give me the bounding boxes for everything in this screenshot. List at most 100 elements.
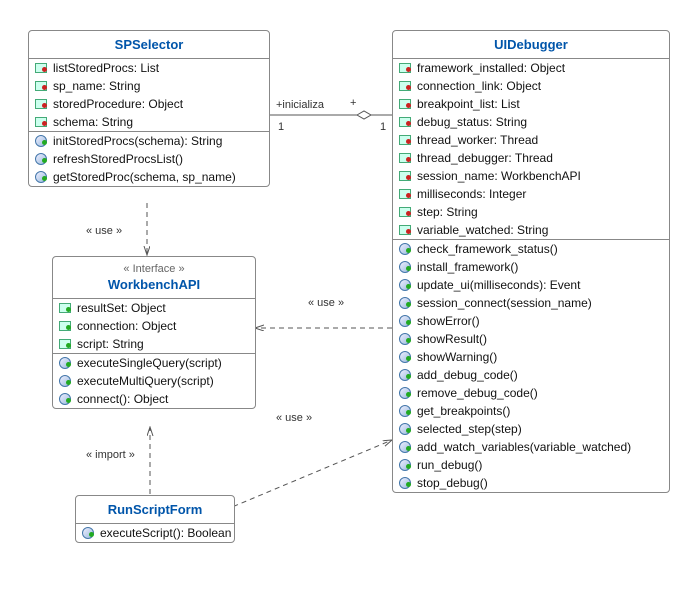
operation-row: add_debug_code() bbox=[393, 366, 669, 384]
operation-icon bbox=[399, 279, 413, 291]
operation-text: selected_step(step) bbox=[417, 422, 522, 436]
operation-icon bbox=[399, 369, 413, 381]
class-ops: executeScript(): Boolean bbox=[76, 524, 234, 542]
attribute-row: resultSet: Object bbox=[53, 299, 255, 317]
operation-row: run_debug() bbox=[393, 456, 669, 474]
class-attrs: resultSet: Object connection: Object scrip… bbox=[53, 299, 255, 354]
attribute-icon bbox=[35, 80, 49, 92]
operation-row: refreshStoredProcsList() bbox=[29, 150, 269, 168]
class-runscriptform: RunScriptForm executeScript(): Boolean bbox=[75, 495, 235, 543]
operation-row: install_framework() bbox=[393, 258, 669, 276]
class-attrs: listStoredProcs: List sp_name: String stor… bbox=[29, 59, 269, 132]
attribute-text: step: String bbox=[417, 205, 478, 219]
dep-label-use-3: « use » bbox=[276, 412, 312, 424]
attribute-icon bbox=[399, 80, 413, 92]
operation-text: update_ui(milliseconds): Event bbox=[417, 278, 580, 292]
operation-row: showResult() bbox=[393, 330, 669, 348]
operation-icon bbox=[59, 375, 73, 387]
attribute-icon bbox=[59, 320, 73, 332]
operation-text: remove_debug_code() bbox=[417, 386, 538, 400]
dep-label-use-1: « use » bbox=[86, 225, 122, 237]
operation-icon bbox=[399, 477, 413, 489]
operation-icon bbox=[35, 135, 49, 147]
dep-label-import: « import » bbox=[86, 449, 135, 461]
attribute-icon bbox=[59, 302, 73, 314]
operation-text: executeMultiQuery(script) bbox=[77, 374, 214, 388]
attribute-icon bbox=[399, 98, 413, 110]
operation-icon bbox=[399, 405, 413, 417]
operation-icon bbox=[399, 315, 413, 327]
operation-icon bbox=[399, 441, 413, 453]
attribute-row: connection: Object bbox=[53, 317, 255, 335]
attribute-text: listStoredProcs: List bbox=[53, 61, 159, 75]
operation-icon bbox=[82, 527, 96, 539]
operation-row: initStoredProcs(schema): String bbox=[29, 132, 269, 150]
operation-row: connect(): Object bbox=[53, 390, 255, 408]
operation-text: executeScript(): Boolean bbox=[100, 526, 231, 540]
stereotype: « Interface » bbox=[57, 263, 251, 275]
attribute-icon bbox=[35, 116, 49, 128]
operation-text: showError() bbox=[417, 314, 480, 328]
attribute-row: breakpoint_list: List bbox=[393, 95, 669, 113]
operation-row: executeSingleQuery(script) bbox=[53, 354, 255, 372]
operation-text: stop_debug() bbox=[417, 476, 488, 490]
attribute-text: script: String bbox=[77, 337, 144, 351]
operation-row: showWarning() bbox=[393, 348, 669, 366]
attribute-text: breakpoint_list: List bbox=[417, 97, 520, 111]
attribute-text: debug_status: String bbox=[417, 115, 527, 129]
attribute-text: connection_link: Object bbox=[417, 79, 541, 93]
attribute-icon bbox=[399, 116, 413, 128]
attribute-row: connection_link: Object bbox=[393, 77, 669, 95]
operation-text: install_framework() bbox=[417, 260, 518, 274]
assoc-mult-1a: 1 bbox=[278, 121, 284, 133]
operation-text: executeSingleQuery(script) bbox=[77, 356, 222, 370]
attribute-text: sp_name: String bbox=[53, 79, 140, 93]
operation-row: add_watch_variables(variable_watched) bbox=[393, 438, 669, 456]
attribute-text: milliseconds: Integer bbox=[417, 187, 526, 201]
operation-row: executeMultiQuery(script) bbox=[53, 372, 255, 390]
class-attrs: framework_installed: Object connection_li… bbox=[393, 59, 669, 240]
operation-text: get_breakpoints() bbox=[417, 404, 510, 418]
attribute-text: resultSet: Object bbox=[77, 301, 166, 315]
attribute-icon bbox=[399, 188, 413, 200]
operation-text: showWarning() bbox=[417, 350, 497, 364]
attribute-row: session_name: WorkbenchAPI bbox=[393, 167, 669, 185]
attribute-icon bbox=[399, 152, 413, 164]
attribute-row: framework_installed: Object bbox=[393, 59, 669, 77]
attribute-row: storedProcedure: Object bbox=[29, 95, 269, 113]
attribute-row: milliseconds: Integer bbox=[393, 185, 669, 203]
attribute-row: thread_worker: Thread bbox=[393, 131, 669, 149]
attribute-text: variable_watched: String bbox=[417, 223, 548, 237]
operation-row: stop_debug() bbox=[393, 474, 669, 492]
attribute-icon bbox=[399, 206, 413, 218]
operation-text: add_debug_code() bbox=[417, 368, 518, 382]
attribute-icon bbox=[35, 62, 49, 74]
dep-label-use-2: « use » bbox=[308, 297, 344, 309]
class-title: RunScriptForm bbox=[76, 496, 234, 524]
class-title: UIDebugger bbox=[393, 31, 669, 59]
class-title: SPSelector bbox=[29, 31, 269, 59]
attribute-text: framework_installed: Object bbox=[417, 61, 565, 75]
operation-text: initStoredProcs(schema): String bbox=[53, 134, 222, 148]
operation-row: executeScript(): Boolean bbox=[76, 524, 234, 542]
operation-row: get_breakpoints() bbox=[393, 402, 669, 420]
attribute-row: step: String bbox=[393, 203, 669, 221]
attribute-icon bbox=[399, 170, 413, 182]
operation-icon bbox=[59, 393, 73, 405]
attribute-text: connection: Object bbox=[77, 319, 176, 333]
class-ops: check_framework_status() install_framewor… bbox=[393, 240, 669, 492]
class-ops: executeSingleQuery(script) executeMultiQu… bbox=[53, 354, 255, 408]
operation-icon bbox=[35, 171, 49, 183]
operation-text: connect(): Object bbox=[77, 392, 168, 406]
class-ops: initStoredProcs(schema): String refreshSt… bbox=[29, 132, 269, 186]
operation-row: session_connect(session_name) bbox=[393, 294, 669, 312]
attribute-icon bbox=[399, 62, 413, 74]
operation-icon bbox=[399, 459, 413, 471]
assoc-label-inicializa: +inicializa bbox=[276, 99, 324, 111]
assoc-mult-1b: 1 bbox=[380, 121, 386, 133]
operation-row: remove_debug_code() bbox=[393, 384, 669, 402]
assoc-end-plus: + bbox=[350, 97, 356, 109]
attribute-row: schema: String bbox=[29, 113, 269, 131]
operation-text: check_framework_status() bbox=[417, 242, 558, 256]
operation-row: getStoredProc(schema, sp_name) bbox=[29, 168, 269, 186]
